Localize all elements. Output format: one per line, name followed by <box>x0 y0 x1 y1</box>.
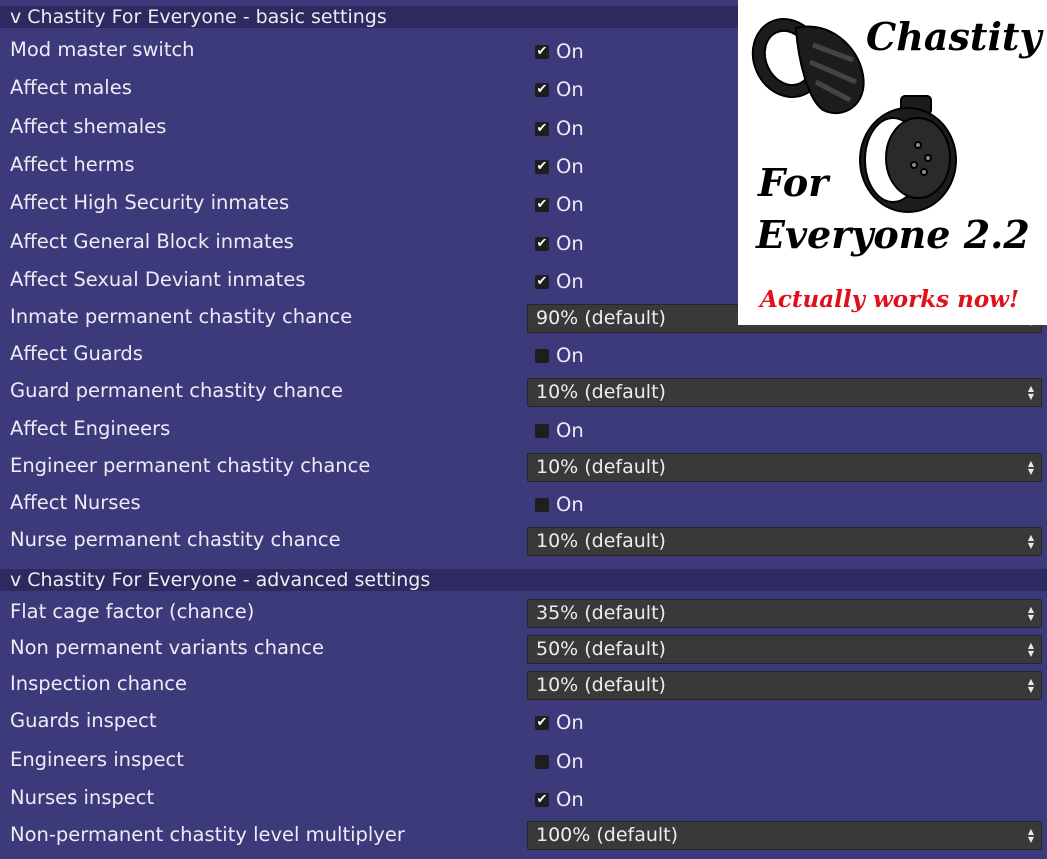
label-nurses-inspect: Nurses inspect <box>10 786 155 809</box>
checkbox-value: On <box>556 155 584 178</box>
select-guard-chance[interactable]: 10% (default) ▲ ▼ <box>527 378 1042 407</box>
check-icon[interactable]: ✔ <box>535 792 549 807</box>
check-icon[interactable]: ✔ <box>535 121 549 136</box>
checkbox-affect-herms[interactable]: ✔ On <box>535 155 584 178</box>
mod-logo: Chastity For Everyone 2.2 Actually works… <box>738 0 1047 325</box>
checkbox-guards-inspect[interactable]: ✔ On <box>535 711 584 734</box>
checkbox-value: On <box>556 78 584 101</box>
checkbox-value: On <box>556 344 584 367</box>
label-affect-general-block: Affect General Block inmates <box>10 230 294 253</box>
select-inspection-chance[interactable]: 10% (default) ▲ ▼ <box>527 671 1042 700</box>
label-inspection-chance: Inspection chance <box>10 672 188 695</box>
updown-arrows-icon[interactable]: ▲▼ <box>1026 454 1036 481</box>
checkbox-value: On <box>556 40 584 63</box>
logo-line-chastity: Chastity <box>866 14 1042 59</box>
label-affect-high-security: Affect High Security inmates <box>10 191 290 214</box>
select-engineer-chance[interactable]: 10% (default) ▲ ▼ <box>527 453 1042 482</box>
label-engineers-inspect: Engineers inspect <box>10 748 184 771</box>
label-mod-master-switch: Mod master switch <box>10 38 195 61</box>
check-icon[interactable]: ✔ <box>535 197 549 212</box>
checkbox-value: On <box>556 788 584 811</box>
checkbox-affect-sexual-deviant[interactable]: ✔ On <box>535 270 584 293</box>
updown-arrows-icon[interactable]: ▲▼ <box>1026 822 1036 849</box>
select-value: 100% (default) <box>536 824 679 846</box>
check-icon[interactable]: ✔ <box>535 274 549 289</box>
check-icon[interactable]: ✔ <box>535 236 549 251</box>
logo-line-for: For <box>758 160 829 205</box>
checkbox-affect-guards[interactable]: On <box>535 344 584 367</box>
logo-tagline: Actually works now! <box>760 286 1020 313</box>
label-non-permanent-variants: Non permanent variants chance <box>10 636 324 659</box>
check-icon[interactable] <box>535 348 549 363</box>
updown-arrows-icon[interactable]: ▲▼ <box>1026 600 1036 627</box>
label-affect-herms: Affect herms <box>10 153 135 176</box>
label-affect-nurses: Affect Nurses <box>10 491 141 514</box>
label-affect-shemales: Affect shemales <box>10 115 167 138</box>
checkbox-value: On <box>556 493 584 516</box>
check-icon[interactable]: ✔ <box>535 159 549 174</box>
checkbox-value: On <box>556 193 584 216</box>
select-value: 10% (default) <box>536 456 666 478</box>
section-header-advanced[interactable]: v Chastity For Everyone - advanced setti… <box>0 569 1047 591</box>
updown-arrows-icon[interactable]: ▲▼ <box>1026 672 1036 699</box>
label-affect-engineers: Affect Engineers <box>10 417 171 440</box>
check-icon[interactable] <box>535 497 549 512</box>
updown-arrows-icon[interactable]: ▲▼ <box>1026 636 1036 663</box>
checkbox-value: On <box>556 232 584 255</box>
logo-line-everyone: Everyone 2.2 <box>756 212 1030 257</box>
select-value: 35% (default) <box>536 602 666 624</box>
check-icon[interactable] <box>535 423 549 438</box>
checkbox-value: On <box>556 750 584 773</box>
select-nurse-chance[interactable]: 10% (default) ▲ ▼ <box>527 527 1042 556</box>
check-icon[interactable]: ✔ <box>535 82 549 97</box>
label-inmate-chance: Inmate permanent chastity chance <box>10 305 353 328</box>
checkbox-affect-shemales[interactable]: ✔ On <box>535 117 584 140</box>
label-engineer-chance: Engineer permanent chastity chance <box>10 454 371 477</box>
checkbox-mod-master-switch[interactable]: ✔ On <box>535 40 584 63</box>
select-value: 50% (default) <box>536 638 666 660</box>
label-nurse-chance: Nurse permanent chastity chance <box>10 528 341 551</box>
label-affect-guards: Affect Guards <box>10 342 143 365</box>
label-affect-sexual-deviant: Affect Sexual Deviant inmates <box>10 268 306 291</box>
checkbox-value: On <box>556 711 584 734</box>
label-affect-males: Affect males <box>10 76 132 99</box>
checkbox-value: On <box>556 270 584 293</box>
updown-arrows-icon[interactable]: ▲▼ <box>1026 528 1036 555</box>
select-flat-cage-factor[interactable]: 35% (default) ▲ ▼ <box>527 599 1042 628</box>
checkbox-affect-males[interactable]: ✔ On <box>535 78 584 101</box>
select-level-multiplyer[interactable]: 100% (default) ▲ ▼ <box>527 821 1042 850</box>
check-icon[interactable]: ✔ <box>535 44 549 59</box>
check-icon[interactable]: ✔ <box>535 715 549 730</box>
select-value: 10% (default) <box>536 674 666 696</box>
checkbox-nurses-inspect[interactable]: ✔ On <box>535 788 584 811</box>
label-guards-inspect: Guards inspect <box>10 709 157 732</box>
label-guard-chance: Guard permanent chastity chance <box>10 379 343 402</box>
select-value: 10% (default) <box>536 530 666 552</box>
check-icon[interactable] <box>535 754 549 769</box>
label-flat-cage-factor: Flat cage factor (chance) <box>10 600 255 623</box>
checkbox-affect-high-security[interactable]: ✔ On <box>535 193 584 216</box>
checkbox-value: On <box>556 419 584 442</box>
select-non-permanent-variants[interactable]: 50% (default) ▲ ▼ <box>527 635 1042 664</box>
updown-arrows-icon[interactable]: ▲▼ <box>1026 379 1036 406</box>
checkbox-affect-engineers[interactable]: On <box>535 419 584 442</box>
checkbox-value: On <box>556 117 584 140</box>
select-value: 10% (default) <box>536 381 666 403</box>
checkbox-engineers-inspect[interactable]: On <box>535 750 584 773</box>
select-value: 90% (default) <box>536 307 666 329</box>
label-level-multiplyer: Non-permanent chastity level multiplyer <box>10 823 405 846</box>
checkbox-affect-general-block[interactable]: ✔ On <box>535 232 584 255</box>
checkbox-affect-nurses[interactable]: On <box>535 493 584 516</box>
